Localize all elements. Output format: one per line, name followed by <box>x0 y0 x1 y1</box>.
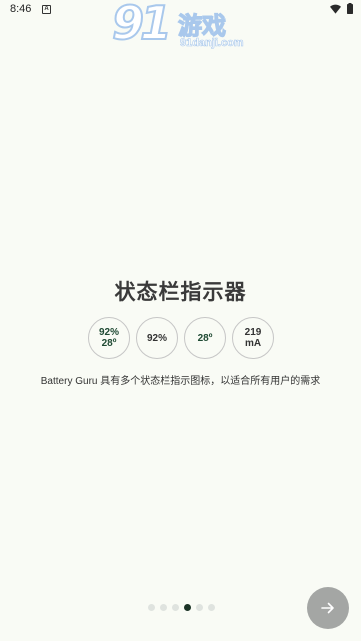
indicator-line1: 28º <box>197 332 213 344</box>
indicator-temp: 28º <box>184 317 226 359</box>
page-dot[interactable] <box>172 604 179 611</box>
next-button[interactable] <box>307 587 349 629</box>
page-description: Battery Guru 具有多个状态栏指示图标，以适合所有用户的需求 <box>40 376 321 387</box>
page-dot[interactable] <box>196 604 203 611</box>
watermark-name: 游戏 <box>177 11 226 40</box>
notification-icon: A <box>42 5 51 14</box>
status-time: 8:46 <box>10 3 32 15</box>
indicator-row: 92% 28º 92% 28º 219 mA <box>88 317 278 359</box>
watermark-url: 91danji.com <box>180 37 244 50</box>
indicator-line1: 219 <box>244 327 262 338</box>
indicator-line1: 92% <box>98 327 119 338</box>
page-dot[interactable] <box>160 604 167 611</box>
watermark-number: 91 <box>111 0 173 51</box>
page-dot[interactable] <box>208 604 215 611</box>
page-dot-active[interactable] <box>184 604 191 611</box>
indicator-line1: 92% <box>146 332 167 344</box>
indicator-percent: 92% <box>136 317 178 359</box>
indicator-current: 219 mA <box>232 317 274 359</box>
wifi-icon <box>330 4 341 14</box>
indicator-line2: mA <box>244 338 262 349</box>
page-dot[interactable] <box>148 604 155 611</box>
arrow-right-icon <box>321 602 334 614</box>
page-title: 状态栏指示器 <box>114 281 247 304</box>
battery-icon <box>347 3 353 14</box>
indicator-line2: 28º <box>101 338 117 349</box>
indicator-percent-temp: 92% 28º <box>88 317 130 359</box>
watermark-logo: 91 游戏 91danji.com <box>111 0 252 54</box>
